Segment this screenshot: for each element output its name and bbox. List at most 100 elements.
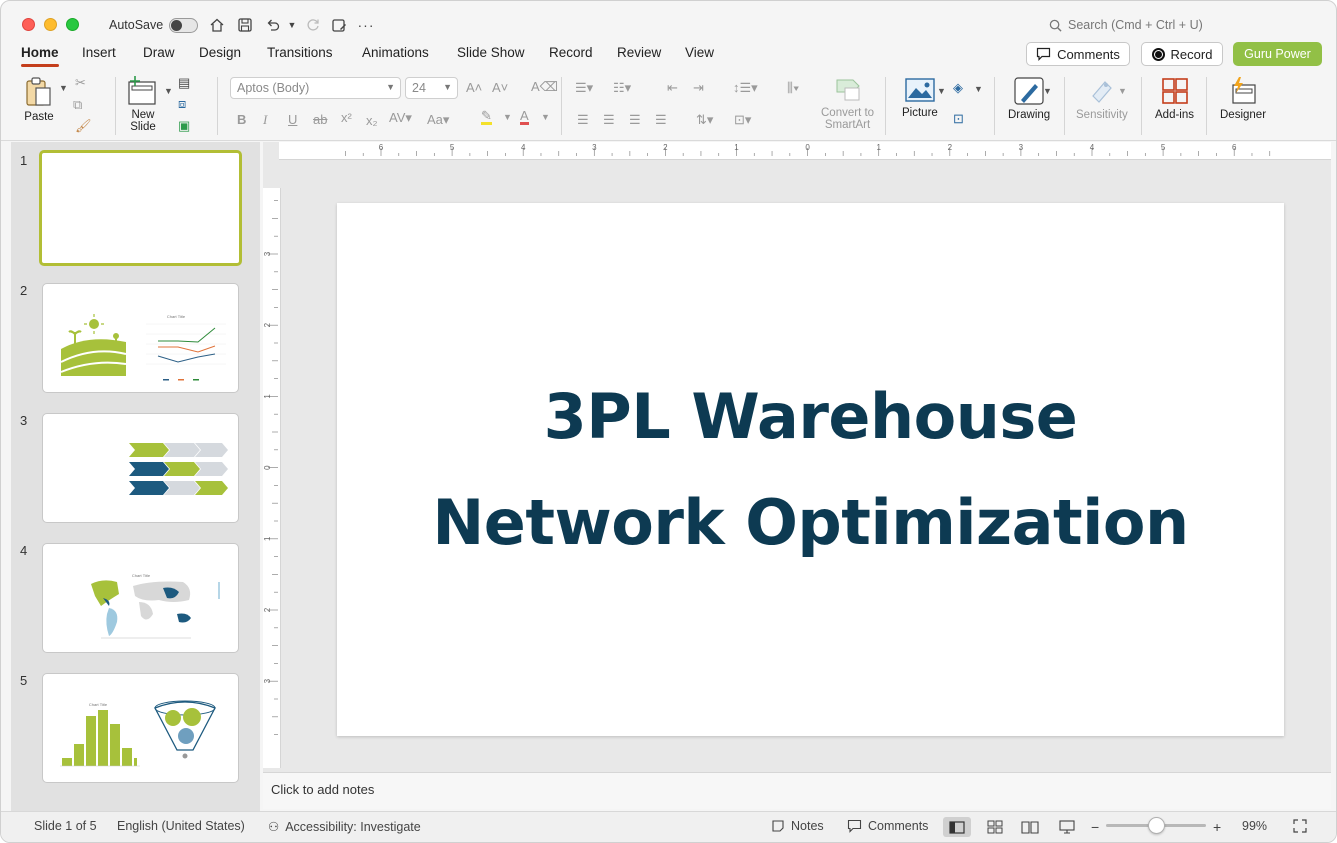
comments-button[interactable]: Comments (1026, 42, 1130, 66)
zoom-slider-handle[interactable] (1148, 817, 1165, 834)
slide-show-view-button[interactable] (1053, 817, 1081, 837)
layout-icon[interactable]: ▤ (178, 75, 190, 91)
undo-icon[interactable] (263, 15, 283, 35)
character-spacing-icon[interactable]: AV▾ (389, 110, 412, 126)
autosave-toggle[interactable] (169, 18, 198, 33)
vertical-ruler[interactable]: 3 2 1 0 1 2 3 (263, 188, 281, 768)
numbering-icon[interactable]: ☷▾ (613, 80, 631, 96)
undo-dropdown-icon[interactable]: ▼ (282, 15, 302, 35)
paste-dropdown-icon[interactable]: ▼ (59, 83, 68, 93)
strikethrough-icon[interactable]: ab (313, 112, 327, 127)
tab-slide-show[interactable]: Slide Show (457, 45, 525, 60)
normal-view-button[interactable] (943, 817, 971, 837)
text-box-icon[interactable]: ⊡ (953, 111, 964, 127)
more-options-icon[interactable]: ··· (356, 15, 376, 35)
search-box[interactable]: Search (Cmd + Ctrl + U) (1049, 18, 1203, 32)
notes-toggle-button[interactable]: Notes (771, 819, 824, 833)
picture-button[interactable]: Picture (902, 76, 938, 119)
tab-draw[interactable]: Draw (143, 45, 175, 60)
slide-thumbnail-4[interactable]: Chart Title (42, 543, 239, 653)
highlight-dropdown-icon[interactable]: ▼ (503, 112, 512, 122)
new-slide-dropdown-icon[interactable]: ▼ (164, 86, 173, 96)
slide-title[interactable]: 3PL Warehouse Network Optimization (432, 364, 1189, 576)
save-as-icon[interactable] (329, 15, 349, 35)
minimize-window-button[interactable] (44, 18, 57, 31)
zoom-in-icon[interactable]: + (1213, 819, 1221, 835)
bold-icon[interactable]: B (237, 112, 246, 127)
align-left-icon[interactable]: ☰ (577, 112, 589, 128)
designer-button[interactable]: Designer (1220, 76, 1266, 121)
horizontal-ruler[interactable]: 6 5 4 3 2 1 0 1 2 3 4 5 6 (279, 142, 1331, 160)
tab-animations[interactable]: Animations (362, 45, 429, 60)
zoom-window-button[interactable] (66, 18, 79, 31)
shapes-dropdown-icon[interactable]: ▼ (974, 84, 983, 94)
highlight-icon[interactable]: ✎ (481, 109, 492, 125)
copy-icon[interactable]: ⧉ (73, 97, 82, 113)
line-spacing-icon[interactable]: ↕☰▾ (733, 80, 758, 96)
font-color-dropdown-icon[interactable]: ▼ (541, 112, 550, 122)
increase-font-size-icon[interactable]: A˄ (466, 80, 482, 95)
tab-insert[interactable]: Insert (82, 45, 116, 60)
increase-indent-icon[interactable]: ⇥ (693, 80, 704, 96)
slide-thumbnail-5[interactable]: Chart Title (42, 673, 239, 783)
sensitivity-button[interactable]: Sensitivity (1076, 76, 1128, 121)
superscript-icon[interactable]: x² (341, 110, 352, 125)
decrease-indent-icon[interactable]: ⇤ (667, 80, 678, 96)
fit-to-window-icon[interactable] (1293, 819, 1307, 833)
align-text-icon[interactable]: ⊡▾ (734, 112, 751, 128)
zoom-out-icon[interactable]: − (1091, 819, 1099, 835)
paste-button[interactable]: Paste (23, 76, 55, 123)
picture-dropdown-icon[interactable]: ▼ (937, 86, 946, 96)
bullets-icon[interactable]: ☰▾ (575, 80, 593, 96)
shapes-icon[interactable]: ◈ (953, 80, 963, 96)
clear-formatting-icon[interactable]: A⌫ (531, 79, 558, 95)
italic-icon[interactable]: I (263, 112, 267, 128)
new-slide-button[interactable]: New Slide (127, 76, 159, 133)
sensitivity-dropdown-icon[interactable]: ▼ (1118, 86, 1127, 96)
subscript-icon[interactable]: x₂ (366, 113, 378, 128)
tab-record[interactable]: Record (549, 45, 593, 60)
underline-icon[interactable]: U (288, 112, 297, 127)
drawing-dropdown-icon[interactable]: ▼ (1043, 86, 1052, 96)
slide-canvas[interactable]: 3PL Warehouse Network Optimization (337, 203, 1284, 736)
slide-sorter-view-button[interactable] (981, 817, 1009, 837)
slide-thumbnails-pane[interactable]: 1 2 Chart Title 3 4 Chart Title 5 Chart … (11, 142, 260, 811)
format-painter-icon[interactable]: 🖌 (75, 118, 92, 134)
tab-transitions[interactable]: Transitions (267, 45, 333, 60)
font-name-select[interactable]: Aptos (Body) ▼ (230, 77, 401, 99)
tab-design[interactable]: Design (199, 45, 241, 60)
close-window-button[interactable] (22, 18, 35, 31)
guru-power-button[interactable]: Guru Power (1233, 42, 1322, 66)
tab-view[interactable]: View (685, 45, 714, 60)
section-icon[interactable]: ▣ (178, 118, 190, 134)
tab-review[interactable]: Review (617, 45, 661, 60)
tab-home[interactable]: Home (21, 45, 59, 67)
comments-toggle-button[interactable]: Comments (847, 819, 928, 833)
justify-icon[interactable]: ☰ (655, 112, 667, 128)
reset-icon[interactable]: ⧈ (178, 96, 186, 112)
record-button[interactable]: Record (1141, 42, 1223, 66)
add-ins-button[interactable]: Add-ins (1155, 76, 1194, 121)
language-indicator[interactable]: English (United States) (117, 819, 245, 833)
reading-view-button[interactable] (1016, 817, 1044, 837)
align-right-icon[interactable]: ☰ (629, 112, 641, 128)
slide-thumbnail-1[interactable] (39, 150, 242, 266)
convert-smartart-button[interactable]: Convert to SmartArt (821, 76, 874, 131)
home-icon[interactable] (207, 15, 227, 35)
font-color-icon[interactable]: A (520, 109, 529, 125)
decrease-font-size-icon[interactable]: A˅ (492, 80, 508, 95)
notes-pane[interactable]: Click to add notes (263, 772, 1331, 809)
accessibility-button[interactable]: ⚇ Accessibility: Investigate (268, 819, 421, 835)
zoom-level[interactable]: 99% (1242, 819, 1267, 833)
slide-thumbnail-3[interactable] (42, 413, 239, 523)
font-size-select[interactable]: 24 ▼ (405, 77, 458, 99)
slide-thumbnail-2[interactable]: Chart Title (42, 283, 239, 393)
save-icon[interactable] (235, 15, 255, 35)
change-case-icon[interactable]: Aa▾ (427, 112, 449, 128)
drawing-button[interactable]: Drawing (1008, 76, 1050, 121)
redo-icon[interactable] (303, 15, 323, 35)
columns-icon[interactable]: ⫼▾ (787, 80, 799, 96)
text-direction-icon[interactable]: ⇅▾ (696, 112, 713, 128)
align-center-icon[interactable]: ☰ (603, 112, 615, 128)
cut-icon[interactable]: ✂ (75, 75, 86, 91)
